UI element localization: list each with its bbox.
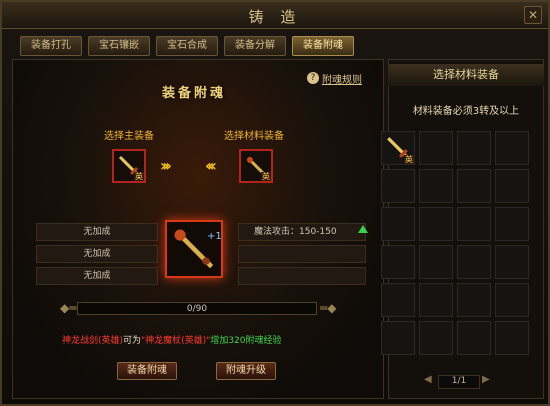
- forge-window: 铸 造 ✕ 装备打孔 宝石镶嵌 宝石合成 装备分解 装备附魂 装备附魂 ? 附魂…: [0, 0, 550, 406]
- enchant-message: 神龙战剑(英雄)可为"神龙魔杖(英雄)"增加320附魂经验: [62, 333, 282, 346]
- material-grid-cell[interactable]: [457, 283, 491, 317]
- material-equipment-slot[interactable]: 英: [239, 149, 273, 183]
- increase-arrow-icon: [358, 225, 368, 233]
- hero-badge: 英: [134, 172, 144, 181]
- experience-gain-text: 增加320附魂经验: [210, 336, 282, 346]
- main-equipment-label: 选择主装备: [104, 131, 154, 142]
- material-grid-cell[interactable]: [419, 131, 453, 165]
- material-grid-cell[interactable]: [457, 169, 491, 203]
- tab-gem-inlay[interactable]: 宝石镶嵌: [88, 36, 150, 56]
- material-panel-title: 选择材料装备: [388, 64, 544, 86]
- material-grid-cell[interactable]: [457, 245, 491, 279]
- material-grid-cell[interactable]: [381, 321, 415, 355]
- right-stat-row: 魔法攻击：150-150: [238, 223, 366, 241]
- enchant-upgrade-button[interactable]: 附魂升级: [216, 362, 276, 380]
- material-grid-cell[interactable]: [495, 321, 529, 355]
- tab-equipment-decompose[interactable]: 装备分解: [224, 36, 286, 56]
- hero-badge: 英: [404, 155, 414, 164]
- material-grid-cell[interactable]: [381, 169, 415, 203]
- left-stat-row: 无加成: [36, 223, 158, 241]
- prev-page-icon[interactable]: ◀: [424, 374, 432, 385]
- equipment-enchant-button[interactable]: 装备附魂: [117, 362, 177, 380]
- material-grid-cell[interactable]: [419, 207, 453, 241]
- material-grid-cell[interactable]: [495, 131, 529, 165]
- result-equipment-slot[interactable]: [165, 220, 223, 278]
- material-grid-cell[interactable]: [419, 321, 453, 355]
- arrow-right-icon: ›››: [160, 156, 172, 175]
- target-item-name: "神龙魔杖(英雄)": [141, 336, 211, 346]
- material-grid-cell[interactable]: [419, 283, 453, 317]
- arrow-left-icon: ‹‹‹: [205, 156, 217, 175]
- source-item-name: 神龙战剑(英雄): [62, 336, 124, 346]
- ornament-right-icon: ═◆: [320, 301, 337, 315]
- enchant-rules-link[interactable]: 附魂规则: [322, 71, 362, 86]
- material-grid: 英: [379, 129, 539, 363]
- tab-equipment-enchant[interactable]: 装备附魂: [292, 36, 354, 56]
- material-grid-cell[interactable]: [419, 169, 453, 203]
- material-grid-cell[interactable]: [457, 131, 491, 165]
- ornament-left-icon: ◆═: [60, 301, 77, 315]
- hero-badge: 英: [261, 172, 271, 181]
- material-grid-cell[interactable]: [419, 245, 453, 279]
- tab-equipment-punch[interactable]: 装备打孔: [20, 36, 82, 56]
- material-grid-cell[interactable]: [381, 283, 415, 317]
- title-bar: 铸 造 ✕: [2, 2, 548, 29]
- material-grid-cell[interactable]: [457, 207, 491, 241]
- panel-title: 装备附魂: [162, 86, 227, 101]
- right-stat-row-empty: [238, 267, 366, 285]
- material-grid-cell[interactable]: [495, 283, 529, 317]
- window-title: 铸 造: [248, 8, 302, 26]
- material-grid-cell[interactable]: [381, 245, 415, 279]
- tab-gem-compose[interactable]: 宝石合成: [156, 36, 218, 56]
- next-page-icon[interactable]: ▶: [482, 374, 490, 385]
- page-indicator: 1/1: [438, 375, 480, 389]
- close-icon[interactable]: ✕: [524, 6, 542, 24]
- material-requirement-note: 材料装备必须3转及以上: [412, 106, 520, 117]
- material-grid-cell[interactable]: [495, 169, 529, 203]
- material-equipment-label: 选择材料装备: [224, 131, 284, 142]
- material-grid-cell[interactable]: [381, 207, 415, 241]
- right-stat-row-empty: [238, 245, 366, 263]
- material-grid-cell[interactable]: 英: [381, 131, 415, 165]
- material-grid-cell[interactable]: [495, 207, 529, 241]
- material-grid-cell[interactable]: [457, 321, 491, 355]
- left-stat-row: 无加成: [36, 245, 158, 263]
- help-icon[interactable]: ?: [307, 72, 319, 84]
- enchant-experience-bar: 0/90: [77, 302, 317, 315]
- message-connector: 可为: [123, 336, 142, 346]
- main-equipment-slot[interactable]: 英: [112, 149, 146, 183]
- experience-text: 0/90: [186, 304, 208, 314]
- enchant-level-label: +1: [207, 231, 222, 242]
- material-grid-cell[interactable]: [495, 245, 529, 279]
- left-stat-row: 无加成: [36, 267, 158, 285]
